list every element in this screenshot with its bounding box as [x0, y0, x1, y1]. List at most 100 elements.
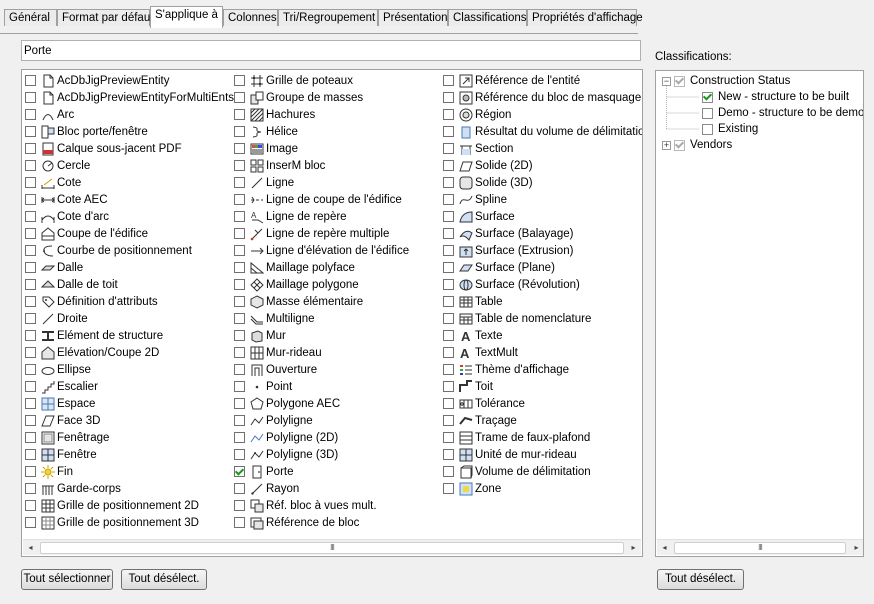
list-item[interactable]: Dalle: [25, 259, 234, 276]
list-item[interactable]: Grille de poteaux: [234, 72, 409, 89]
list-item[interactable]: A Ligne de repère: [234, 208, 409, 225]
tab-presentation[interactable]: Présentation: [378, 9, 448, 26]
item-checkbox[interactable]: [234, 143, 245, 154]
item-checkbox[interactable]: [25, 177, 36, 188]
filter-input[interactable]: [21, 40, 641, 61]
item-checkbox[interactable]: [234, 347, 245, 358]
list-item[interactable]: Surface (Extrusion): [443, 242, 642, 259]
item-checkbox[interactable]: [234, 398, 245, 409]
tab-default-format[interactable]: Format par défaut: [57, 9, 153, 26]
list-item[interactable]: Polyligne (3D): [234, 446, 409, 463]
item-checkbox[interactable]: [25, 211, 36, 222]
list-item[interactable]: Bloc porte/fenêtre: [25, 123, 234, 140]
item-checkbox[interactable]: [25, 483, 36, 494]
scroll-left-arrow-icon[interactable]: ◂: [657, 540, 672, 555]
item-checkbox[interactable]: [234, 483, 245, 494]
item-checkbox[interactable]: [234, 415, 245, 426]
item-checkbox[interactable]: [234, 160, 245, 171]
item-checkbox[interactable]: [234, 262, 245, 273]
list-item[interactable]: Hélice: [234, 123, 409, 140]
list-item[interactable]: Groupe de masses: [234, 89, 409, 106]
list-item[interactable]: Image: [234, 140, 409, 157]
list-item[interactable]: Résultat du volume de délimitation: [443, 123, 642, 140]
item-checkbox[interactable]: [25, 245, 36, 256]
item-checkbox[interactable]: [25, 347, 36, 358]
list-item[interactable]: Référence de bloc: [234, 514, 409, 531]
list-item[interactable]: Ouverture: [234, 361, 409, 378]
item-checkbox[interactable]: [25, 517, 36, 528]
item-checkbox[interactable]: [25, 160, 36, 171]
tree-node-construction-status[interactable]: − Construction Status: [662, 73, 790, 89]
tab-columns[interactable]: Colonnes: [223, 9, 278, 26]
list-item[interactable]: Unité de mur-rideau: [443, 446, 642, 463]
list-item[interactable]: Ligne d'élévation de l'édifice: [234, 242, 409, 259]
tab-display-properties[interactable]: Propriétés d'affichage: [527, 9, 643, 26]
item-checkbox[interactable]: [443, 279, 454, 290]
list-item[interactable]: Masse élémentaire: [234, 293, 409, 310]
scroll-left-arrow-icon[interactable]: ◂: [23, 540, 38, 555]
item-checkbox[interactable]: [443, 177, 454, 188]
list-item[interactable]: Trame de faux-plafond: [443, 429, 642, 446]
list-item[interactable]: Définition d'attributs: [25, 293, 234, 310]
item-checkbox[interactable]: [234, 364, 245, 375]
scroll-thumb[interactable]: III: [674, 542, 846, 554]
item-checkbox[interactable]: [234, 313, 245, 324]
list-item[interactable]: Escalier: [25, 378, 234, 395]
list-item[interactable]: Solide (2D): [443, 157, 642, 174]
list-item[interactable]: Solide (3D): [443, 174, 642, 191]
item-checkbox[interactable]: [234, 279, 245, 290]
item-checkbox[interactable]: [234, 109, 245, 120]
item-checkbox[interactable]: [25, 228, 36, 239]
list-item[interactable]: Table de nomenclature: [443, 310, 642, 327]
item-checkbox[interactable]: [443, 228, 454, 239]
scroll-thumb[interactable]: III: [40, 542, 624, 554]
item-checkbox[interactable]: [234, 245, 245, 256]
list-item[interactable]: Elévation/Coupe 2D: [25, 344, 234, 361]
list-item[interactable]: Cote d'arc: [25, 208, 234, 225]
item-checkbox[interactable]: [443, 143, 454, 154]
item-checkbox[interactable]: [234, 466, 245, 477]
item-checkbox[interactable]: [25, 92, 36, 103]
list-item[interactable]: Fenêtre: [25, 446, 234, 463]
deselect-all-button[interactable]: Tout désélect.: [121, 569, 207, 590]
list-item[interactable]: Section: [443, 140, 642, 157]
list-item[interactable]: Polyligne: [234, 412, 409, 429]
item-checkbox[interactable]: [234, 449, 245, 460]
list-item[interactable]: Ligne: [234, 174, 409, 191]
list-item[interactable]: Ellipse: [25, 361, 234, 378]
item-checkbox[interactable]: [25, 313, 36, 324]
item-checkbox[interactable]: [443, 126, 454, 137]
list-item[interactable]: Face 3D: [25, 412, 234, 429]
list-item[interactable]: Référence de l'entité: [443, 72, 642, 89]
list-item[interactable]: Cercle: [25, 157, 234, 174]
list-item[interactable]: Dalle de toit: [25, 276, 234, 293]
item-checkbox[interactable]: [443, 313, 454, 324]
item-checkbox[interactable]: [443, 415, 454, 426]
list-item[interactable]: Table: [443, 293, 642, 310]
tree-checkbox[interactable]: [702, 123, 713, 135]
list-item[interactable]: Rayon: [234, 480, 409, 497]
scroll-right-arrow-icon[interactable]: ▸: [626, 540, 641, 555]
list-item[interactable]: Référence du bloc de masquage: [443, 89, 642, 106]
scroll-right-arrow-icon[interactable]: ▸: [849, 540, 863, 555]
item-checkbox[interactable]: [443, 449, 454, 460]
list-item[interactable]: Arc: [25, 106, 234, 123]
list-item[interactable]: Surface (Balayage): [443, 225, 642, 242]
tab-classifications[interactable]: Classifications: [448, 9, 527, 26]
item-checkbox[interactable]: [443, 398, 454, 409]
item-checkbox[interactable]: [25, 143, 36, 154]
list-item[interactable]: Cote AEC: [25, 191, 234, 208]
item-checkbox[interactable]: [25, 415, 36, 426]
list-item[interactable]: Point: [234, 378, 409, 395]
item-checkbox[interactable]: [443, 160, 454, 171]
item-checkbox[interactable]: [234, 177, 245, 188]
list-item[interactable]: Ligne de coupe de l'édifice: [234, 191, 409, 208]
item-checkbox[interactable]: [25, 500, 36, 511]
list-item[interactable]: Zone: [443, 480, 642, 497]
list-item[interactable]: Droite: [25, 310, 234, 327]
list-item[interactable]: Calque sous-jacent PDF: [25, 140, 234, 157]
tree-checkbox[interactable]: [674, 139, 685, 151]
tree-node-demo[interactable]: Demo - structure to be demolis: [702, 105, 863, 121]
item-checkbox[interactable]: [25, 194, 36, 205]
list-item[interactable]: Surface (Plane): [443, 259, 642, 276]
